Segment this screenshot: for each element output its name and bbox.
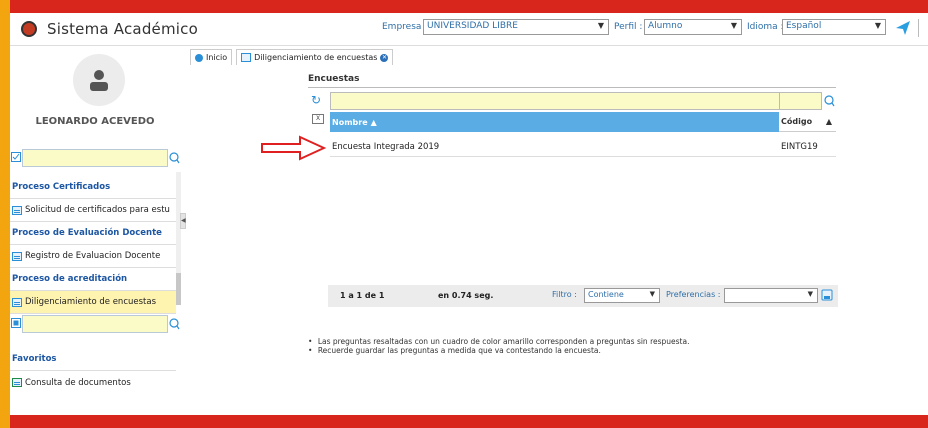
export-excel-icon[interactable]: X <box>312 114 324 124</box>
form-icon <box>12 297 22 307</box>
filter-value: Contiene <box>588 290 624 299</box>
panel-divider <box>308 87 836 88</box>
idioma-value: Español <box>786 21 822 31</box>
form-icon <box>12 251 22 261</box>
perfil-select[interactable]: Alumno ▼ <box>644 19 742 35</box>
column-label: Código <box>781 117 813 126</box>
menu-group-evaluacion-docente[interactable]: Proceso de Evaluación Docente <box>10 222 176 245</box>
idioma-select[interactable]: Español ▼ <box>782 19 886 35</box>
app-logo-icon <box>21 21 37 37</box>
sidebar: LEONARDO ACEVEDO Proceso Certificados So… <box>10 47 181 415</box>
tab-inicio[interactable]: Inicio <box>190 49 233 65</box>
tab-label: Diligenciamiento de encuestas <box>254 53 378 62</box>
menu-item-registro-evaluacion[interactable]: Registro de Evaluacion Docente <box>10 245 176 268</box>
panel-title: Encuestas <box>308 74 360 84</box>
sidebar-collapse-handle[interactable]: ◀ <box>180 213 186 229</box>
empresa-select[interactable]: UNIVERSIDAD LIBRE ▼ <box>423 19 609 35</box>
menu-item-solicitud-certificados[interactable]: Solicitud de certificados para estu <box>10 199 176 222</box>
menu-item-label: Registro de Evaluacion Docente <box>25 251 161 261</box>
header-divider <box>918 19 919 37</box>
empresa-label: Empresa : <box>382 22 428 32</box>
menu-group-acreditacion[interactable]: Proceso de acreditación <box>10 268 176 291</box>
tab-label: Inicio <box>206 53 228 62</box>
menu-item-label: Solicitud de certificados para estu <box>25 205 170 215</box>
codigo-filter-input[interactable] <box>779 92 822 110</box>
chevron-down-icon: ▼ <box>807 290 813 298</box>
avatar <box>73 54 125 106</box>
app-window: Sistema Académico Empresa : UNIVERSIDAD … <box>10 13 928 415</box>
favorites-search <box>10 315 180 333</box>
form-icon <box>241 53 252 62</box>
filter-label: Filtro : <box>552 290 577 299</box>
sort-asc-icon: ▲ <box>825 117 832 126</box>
menu-group-label: Proceso de Evaluación Docente <box>12 228 162 238</box>
user-icon <box>90 70 108 91</box>
search-icon[interactable] <box>823 93 835 109</box>
cell-nombre: Encuesta Integrada 2019 <box>332 142 440 152</box>
nombre-filter-input[interactable] <box>330 92 780 110</box>
menu-group-label: Proceso de acreditación <box>12 274 128 284</box>
chevron-down-icon: ▼ <box>730 21 737 30</box>
favorites-search-input[interactable] <box>22 315 168 333</box>
save-icon[interactable] <box>821 289 833 301</box>
row-divider <box>330 156 836 157</box>
menu-item-label: Diligenciamiento de encuestas <box>25 297 157 307</box>
chevron-down-icon: ▼ <box>597 21 604 30</box>
favorite-item-consulta[interactable]: Consulta de documentos <box>10 371 176 394</box>
checkbox-icon[interactable] <box>11 152 21 162</box>
column-header-nombre[interactable]: Nombre ▲ <box>330 112 779 132</box>
chevron-down-icon: ▼ <box>649 290 655 298</box>
instruction-item: Recuerde guardar las preguntas a medida … <box>308 346 689 355</box>
grid-footer: 1 a 1 de 1 en 0.74 seg. Filtro : Contien… <box>328 285 838 307</box>
user-name: LEONARDO ACEVEDO <box>35 116 155 127</box>
grid-icon <box>12 378 22 387</box>
empresa-value: UNIVERSIDAD LIBRE <box>427 21 518 31</box>
menu-list: Proceso Certificados Solicitud de certif… <box>10 176 176 314</box>
table-header: Nombre ▲ Código ▲ <box>330 112 836 132</box>
favorites-section: Favoritos Consulta de documentos <box>10 348 176 394</box>
menu-group-label: Proceso Certificados <box>12 182 111 192</box>
instructions-list: Las preguntas resaltadas con un cuadro d… <box>308 337 690 355</box>
form-icon <box>12 205 22 215</box>
menu-search-input[interactable] <box>22 149 168 167</box>
preferences-select[interactable]: ▼ <box>724 288 818 303</box>
paper-plane-icon[interactable] <box>896 21 910 35</box>
filter-select[interactable]: Contiene ▼ <box>584 288 660 303</box>
square-icon[interactable] <box>11 318 21 328</box>
tab-bar: Inicio Diligenciamiento de encuestas ✕ <box>190 49 394 65</box>
menu-search <box>10 149 180 167</box>
sort-asc-icon: ▲ <box>370 117 377 127</box>
column-header-codigo[interactable]: Código ▲ <box>779 112 836 132</box>
perfil-value: Alumno <box>648 21 683 31</box>
column-label: Nombre <box>332 117 368 127</box>
search-icon[interactable] <box>168 149 180 167</box>
cell-codigo: EINTG19 <box>781 142 818 152</box>
favorites-title: Favoritos <box>10 348 176 371</box>
favorite-item-label: Consulta de documentos <box>25 377 131 388</box>
menu-group-certificados[interactable]: Proceso Certificados <box>10 176 176 199</box>
search-icon[interactable] <box>168 315 180 333</box>
red-arrow-annotation <box>261 135 326 161</box>
refresh-icon[interactable]: ↻ <box>311 93 321 107</box>
idioma-label: Idioma : <box>747 22 784 32</box>
favorites-title-label: Favoritos <box>12 354 57 364</box>
chevron-down-icon: ▼ <box>874 21 881 30</box>
instruction-item: Las preguntas resaltadas con un cuadro d… <box>308 337 690 346</box>
tab-diligenciamiento[interactable]: Diligenciamiento de encuestas ✕ <box>236 49 394 65</box>
menu-item-diligenciamiento[interactable]: Diligenciamiento de encuestas <box>10 291 176 314</box>
perfil-label: Perfil : <box>614 22 643 32</box>
home-dot-icon <box>195 53 203 62</box>
preferences-label: Preferencias : <box>666 290 721 299</box>
record-count: 1 a 1 de 1 <box>340 291 385 300</box>
menu-scrollbar-thumb[interactable] <box>176 273 181 305</box>
elapsed-time: en 0.74 seg. <box>438 291 494 300</box>
app-title: Sistema Académico <box>47 20 198 38</box>
close-icon[interactable]: ✕ <box>380 53 389 62</box>
table-row[interactable]: Encuesta Integrada 2019 EINTG19 <box>330 138 836 156</box>
